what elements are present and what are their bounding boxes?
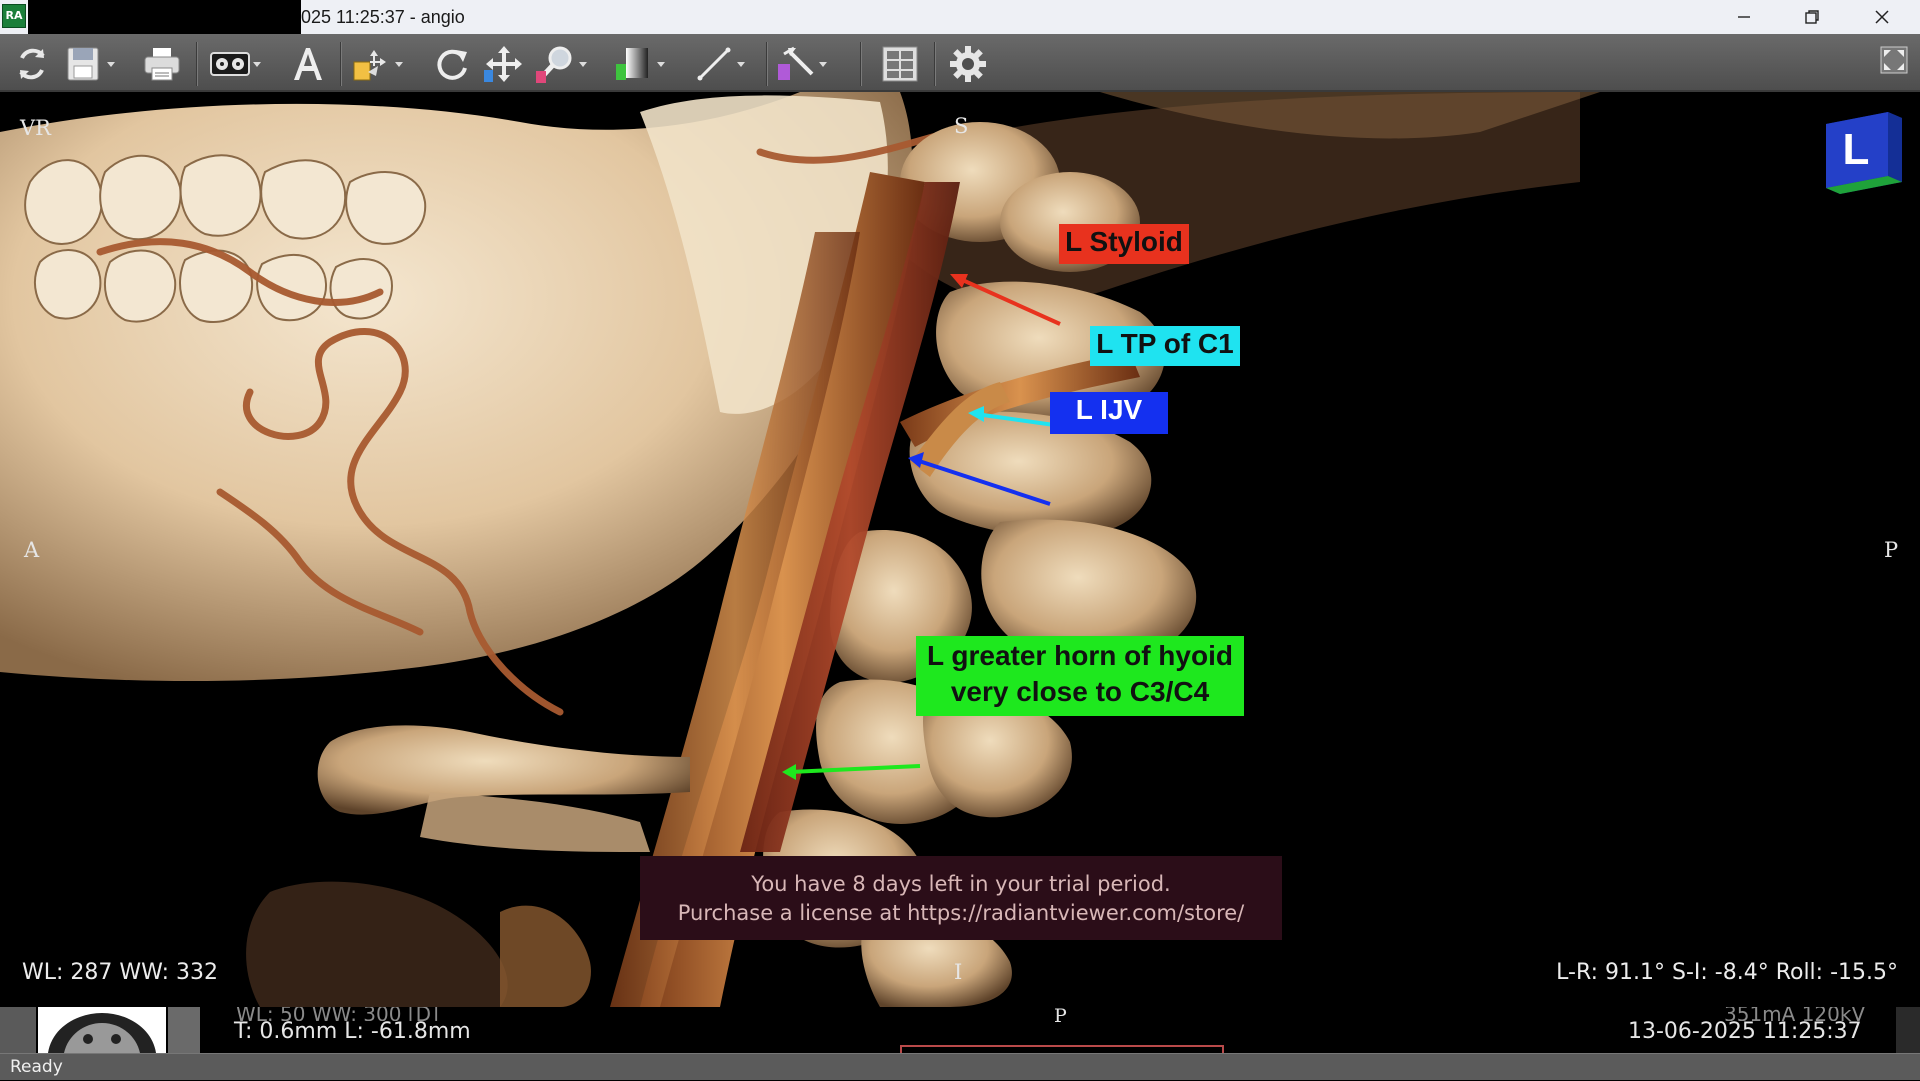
orientation-cube-letter: L [1843,125,1870,174]
zoom-icon [536,46,572,83]
print-icon [144,48,180,81]
print-button[interactable] [142,44,182,84]
secondary-orientation-letter: P [1054,1005,1067,1027]
chevron-down-icon[interactable] [656,59,666,69]
toolbar-separator [934,42,936,86]
settings-gear-icon [950,46,986,82]
layout-icon [882,46,918,82]
window-level-icon [616,48,648,80]
thumbnail-image [38,1007,166,1053]
cine-icon [210,52,250,76]
zoom-button[interactable] [536,44,588,84]
reset-view-icon [19,48,45,80]
save-icon [67,47,99,81]
annotation-text-icon [294,48,322,80]
minimize-button[interactable] [1710,0,1778,34]
browse-tool-button[interactable] [352,44,404,84]
study-datetime: 13-06-2025 11:25:37 [1628,1019,1862,1044]
fullscreen-icon [1880,46,1908,74]
toolbar-separator [766,42,768,86]
vr-viewport[interactable]: VR S A P I L L Styloid L TP of C1 L IJV … [0,92,1920,1007]
pan-button[interactable] [484,44,524,84]
title-redaction-mask [28,0,301,34]
toolbar-separator [340,42,342,86]
status-text: Ready [10,1057,63,1077]
trial-notice[interactable]: You have 8 days left in your trial perio… [640,856,1282,940]
chevron-down-icon[interactable] [252,59,262,69]
label-l-ijv[interactable]: L IJV [1050,392,1168,434]
window-title: 025 11:25:37 - angio [301,7,465,27]
restore-icon [1805,10,1819,24]
render-mode-label: VR [20,116,51,140]
measure-line-icon [697,47,731,81]
rotate-icon [437,49,467,80]
orientation-bottom: I [954,960,963,984]
orientation-top: S [954,114,969,138]
chevron-down-icon[interactable] [736,59,746,69]
reset-view-button[interactable] [12,44,52,84]
label-l-hyoid-line2: very close to C3/C4 [950,676,1210,707]
app-icon[interactable]: RA [2,4,26,28]
thickness-location-readout: T: 0.6mm L: -61.8mm [234,1019,471,1044]
chevron-down-icon[interactable] [106,59,116,69]
rotate-button[interactable] [432,44,472,84]
label-l-hyoid[interactable]: L greater horn of hyoid very close to C3… [916,636,1244,716]
browse-tool-icon [353,50,386,81]
label-l-styloid[interactable]: L Styloid [1059,224,1189,264]
label-l-hyoid-line1: L greater horn of hyoid [927,640,1233,671]
chevron-down-icon[interactable] [394,59,404,69]
pan-icon [484,46,522,82]
measure-button[interactable] [694,44,746,84]
orientation-left: A [24,538,40,562]
strip-scrollbar[interactable] [1896,1007,1920,1053]
strip-divider [222,1007,228,1053]
chevron-down-icon[interactable] [818,59,828,69]
window-level-readout: WL: 287 WW: 332 [22,960,219,985]
cine-button[interactable] [210,44,262,84]
text-annotation-button[interactable] [288,44,328,84]
settings-button[interactable] [948,44,988,84]
close-button[interactable] [1848,0,1916,34]
main-toolbar [0,34,1920,92]
window-level-button[interactable] [614,44,666,84]
save-button[interactable] [64,44,116,84]
trial-notice-line1: You have 8 days left in your trial perio… [751,872,1171,896]
series-thumbnail[interactable] [38,1007,166,1053]
label-l-tp-c1[interactable]: L TP of C1 [1090,326,1240,366]
orientation-right: P [1884,538,1899,562]
rotation-readout: L-R: 91.1° S-I: -8.4° Roll: -15.5° [1556,960,1898,985]
toolbar-separator [860,42,862,86]
chevron-down-icon[interactable] [578,59,588,69]
close-icon [1875,10,1889,24]
fullscreen-button[interactable] [1880,40,1908,80]
thumbnail-scroll-right[interactable] [168,1007,200,1053]
trial-notice-line2: Purchase a license at https://radiantvie… [677,901,1245,925]
restore-button[interactable] [1778,0,1846,34]
scale-ruler [900,1045,1224,1053]
crop-sculpt-icon [778,46,814,80]
layout-button[interactable] [880,44,920,84]
thumbnail-scroll-left[interactable] [0,1007,36,1053]
window-title-bar: RA 025 11:25:37 - angio [0,0,1920,34]
secondary-viewport-strip[interactable]: WL: 50 WW: 300 [D] T: 0.6mm L: -61.8mm P… [0,1005,1920,1053]
orientation-cube-icon[interactable]: L [1818,106,1904,196]
crop-sculpt-button[interactable] [776,44,828,84]
status-bar: Ready [0,1053,1920,1080]
minimize-icon [1738,16,1750,18]
toolbar-separator [196,42,198,86]
